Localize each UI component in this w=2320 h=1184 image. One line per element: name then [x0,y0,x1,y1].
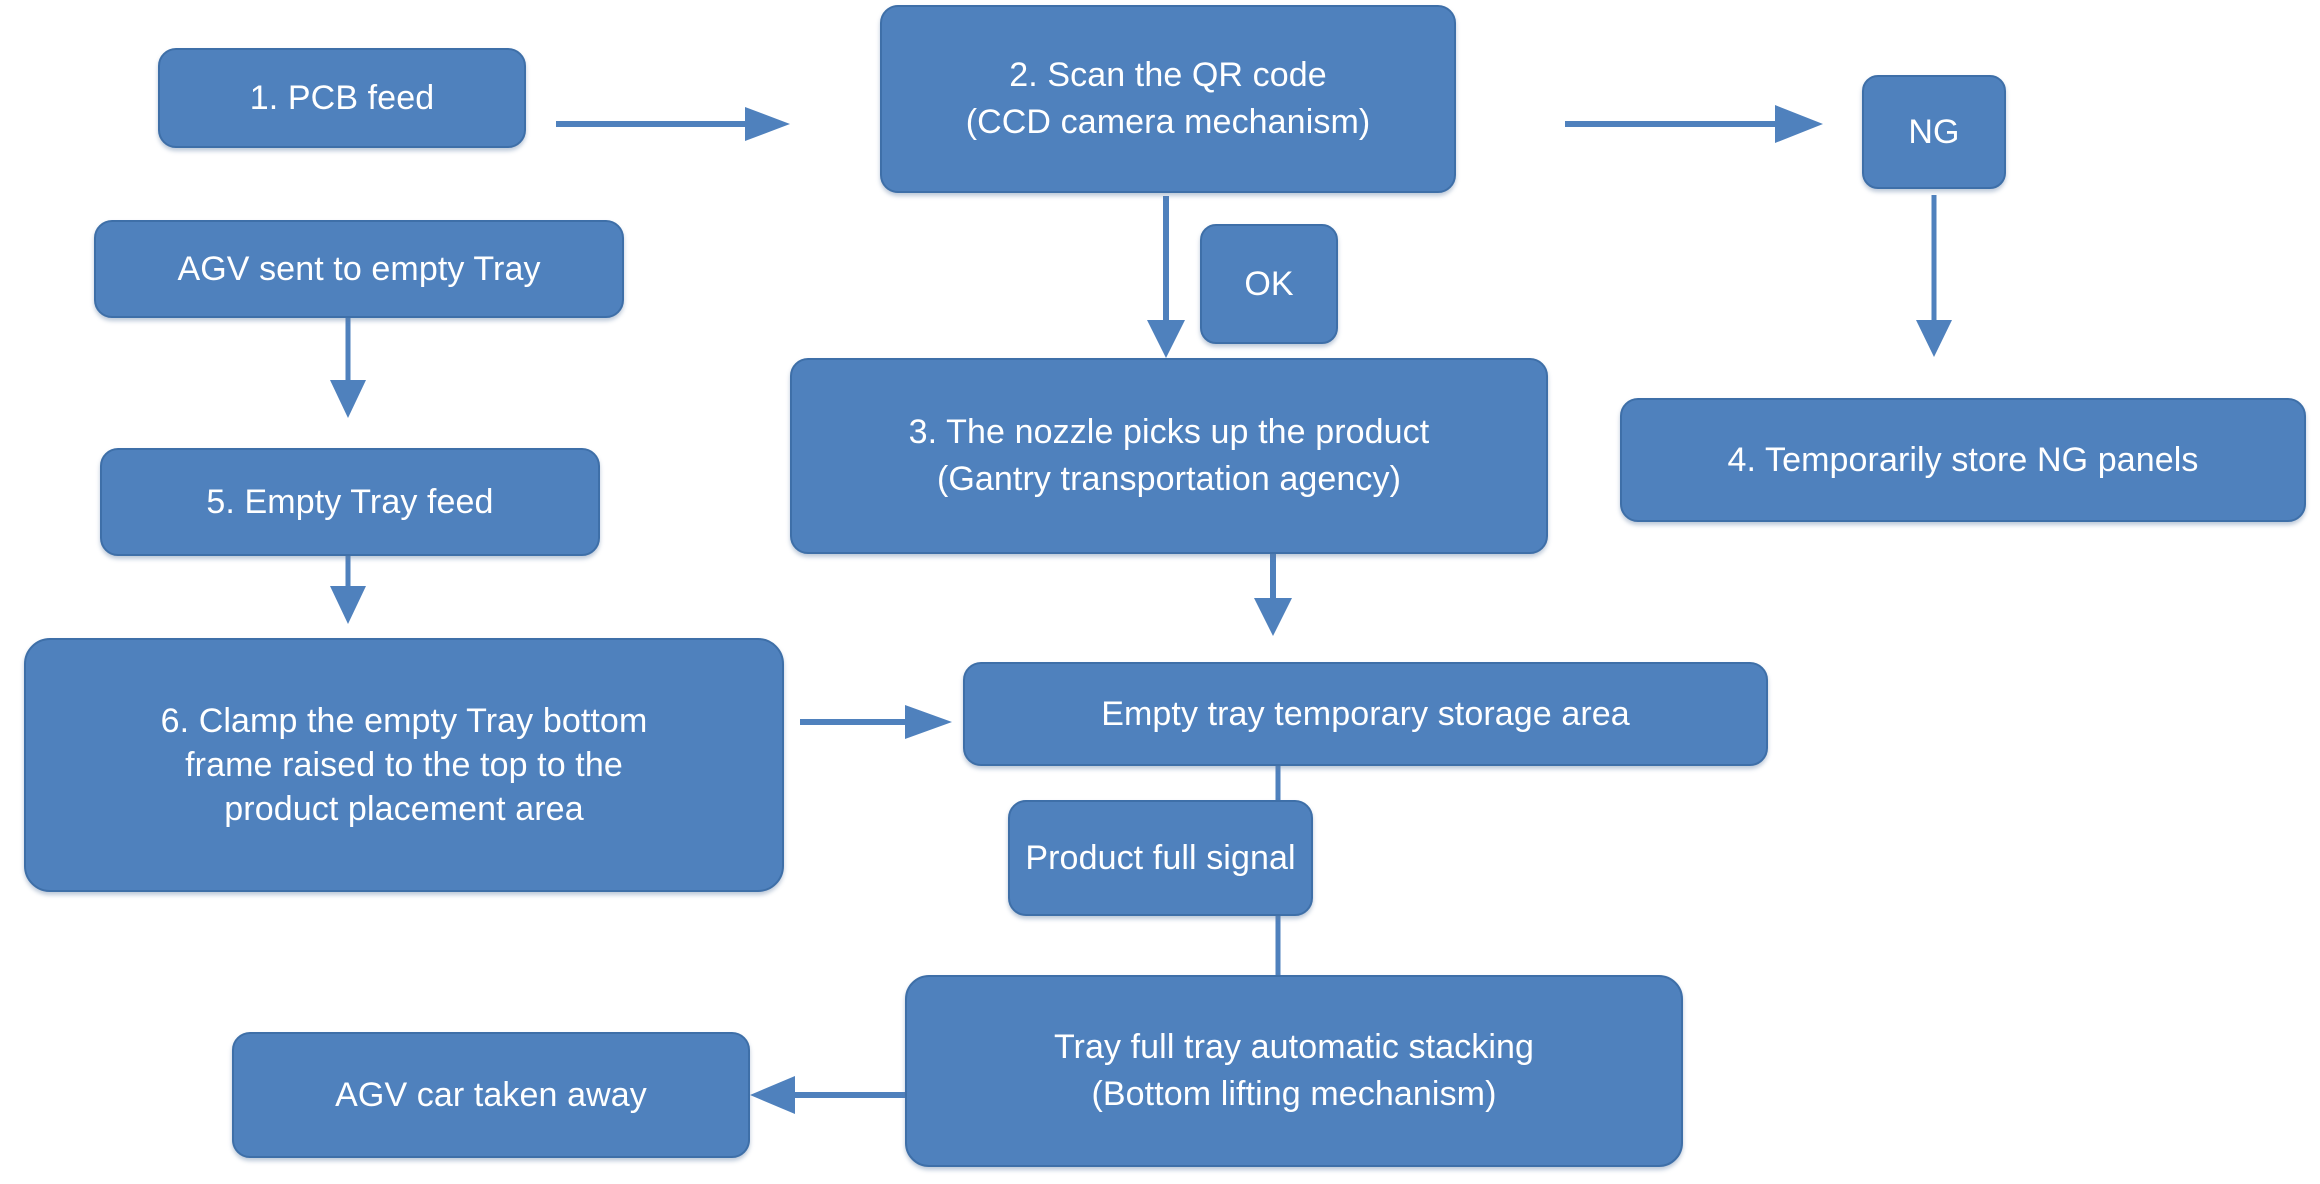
node-pcb-feed[interactable]: 1. PCB feed [158,48,526,148]
node-product-full-signal-label: Product full signal [1025,838,1296,877]
node-agv-car-taken-away-label: AGV car taken away [335,1075,647,1114]
edge-nozzle-to-storage-area [1254,553,1292,636]
edge-pcb-feed-to-scan [556,107,790,141]
node-empty-tray-feed-label: 5. Empty Tray feed [206,482,494,521]
node-nozzle-picks-up-product[interactable]: 3. The nozzle picks up the product (Gant… [790,358,1548,554]
edge-empty-tray-feed-to-clamp [330,556,366,624]
node-clamp-empty-tray-label: 6. Clamp the empty Tray bottom frame rai… [160,701,648,829]
node-scan-qr-code[interactable]: 2. Scan the QR code (CCD camera mechanis… [880,5,1456,193]
node-agv-sent-to-empty-tray[interactable]: AGV sent to empty Tray [94,220,624,318]
node-empty-tray-feed[interactable]: 5. Empty Tray feed [100,448,600,556]
flowchart-canvas: 1. PCB feed 2. Scan the QR code (CCD cam… [0,0,2320,1184]
node-agv-sent-to-empty-tray-label: AGV sent to empty Tray [177,249,541,288]
node-tray-full-automatic-stacking[interactable]: Tray full tray automatic stacking (Botto… [905,975,1683,1167]
edge-agv-sent-to-empty-tray-feed [330,316,366,418]
edge-scan-to-ng [1565,105,1823,143]
edge-clamp-to-storage-area [800,705,952,739]
node-temporarily-store-ng-panels[interactable]: 4. Temporarily store NG panels [1620,398,2306,522]
node-empty-tray-temporary-storage-area-label: Empty tray temporary storage area [1101,694,1630,733]
edge-ng-to-store-ng-panels [1916,195,1952,357]
node-product-full-signal[interactable]: Product full signal [1008,800,1313,916]
node-ng-label: NG [1908,112,1960,151]
node-temporarily-store-ng-panels-label: 4. Temporarily store NG panels [1727,440,2199,479]
node-pcb-feed-label: 1. PCB feed [249,78,435,117]
node-nozzle-picks-up-product-label: 3. The nozzle picks up the product (Gant… [908,413,1430,498]
node-ng[interactable]: NG [1862,75,2006,189]
edge-stacking-to-agv-taken-away [750,1076,905,1114]
node-scan-qr-code-label: 2. Scan the QR code (CCD camera mechanis… [965,56,1371,141]
node-tray-full-automatic-stacking-label: Tray full tray automatic stacking (Botto… [1053,1028,1535,1113]
node-agv-car-taken-away[interactable]: AGV car taken away [232,1032,750,1158]
edge-scan-to-nozzle [1147,196,1185,358]
node-ok[interactable]: OK [1200,224,1338,344]
node-empty-tray-temporary-storage-area[interactable]: Empty tray temporary storage area [963,662,1768,766]
node-clamp-empty-tray[interactable]: 6. Clamp the empty Tray bottom frame rai… [24,638,784,892]
node-ok-label: OK [1244,264,1294,303]
